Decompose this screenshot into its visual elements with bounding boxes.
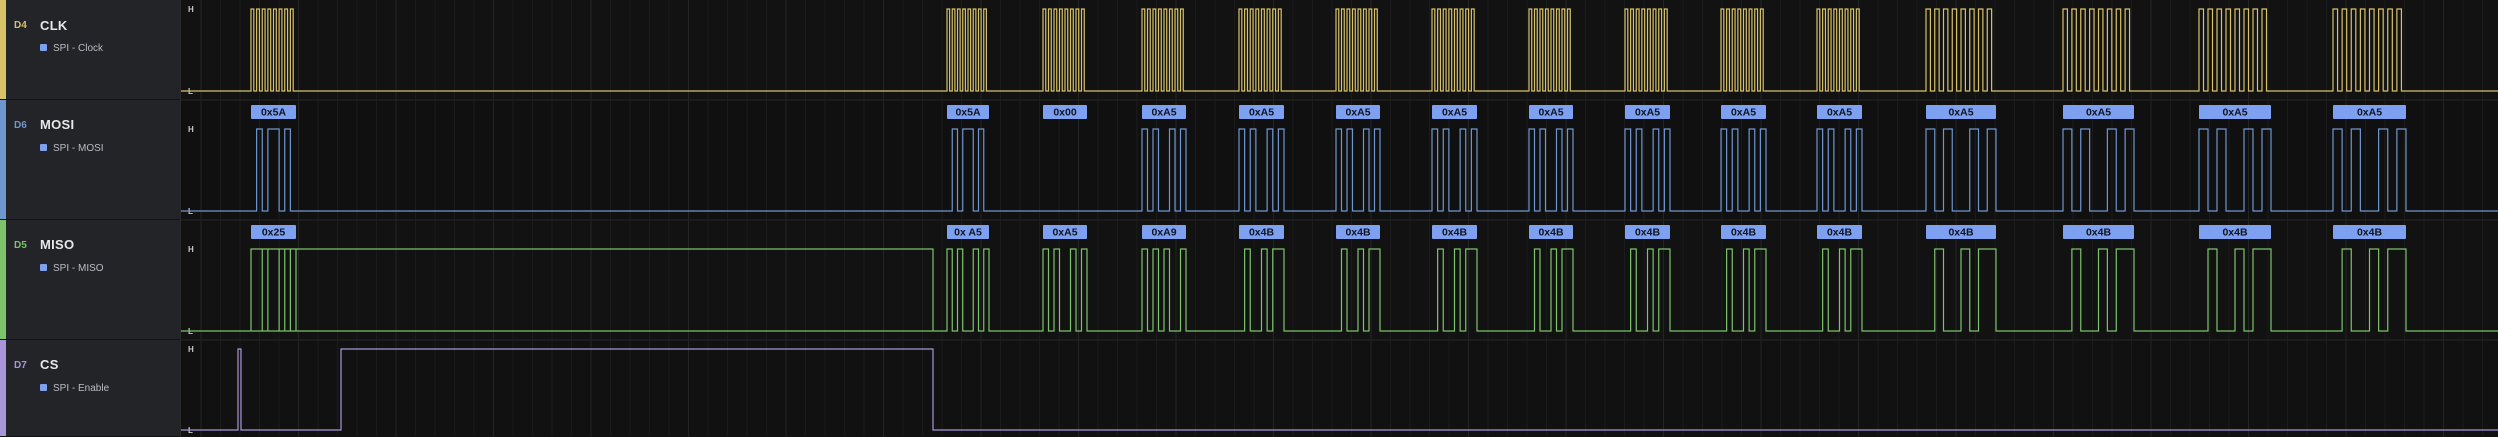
miso-byte-label: 0xA9 bbox=[1151, 227, 1176, 239]
channel-list: D4 CLK SPI - Clock D6 MOSI SPI - MOSI D5… bbox=[0, 0, 180, 437]
row-background bbox=[181, 340, 2498, 437]
mosi-byte-label: 0xA5 bbox=[2357, 107, 2382, 119]
waveform-area[interactable]: H L H L H L H L 0x5A 0x5A 0x00 0xA5 0xA5 0xA5 0xA5 0xA5… bbox=[180, 0, 2498, 437]
miso-byte-label: 0x4B bbox=[1635, 227, 1661, 239]
mosi-byte-label: 0xA5 bbox=[1827, 107, 1852, 119]
mosi-byte-label: 0xA5 bbox=[1249, 107, 1274, 119]
channel-name: MOSI bbox=[40, 117, 75, 132]
decoder-name: SPI - MISO bbox=[53, 263, 104, 274]
miso-byte-label: 0xA5 bbox=[1052, 227, 1077, 239]
mosi-byte-label: 0xA5 bbox=[1345, 107, 1370, 119]
miso-byte-label: 0x25 bbox=[262, 227, 286, 239]
miso-byte-label: 0x4B bbox=[1538, 227, 1564, 239]
logic-analyzer-window: D4 CLK SPI - Clock D6 MOSI SPI - MOSI D5… bbox=[0, 0, 2498, 437]
waveform-canvas[interactable]: HLHLHLHL0x5A 0x5A 0x00 0xA5 0xA5 0xA5 0xA5 0xA5… bbox=[181, 0, 2498, 437]
decoder-square-icon bbox=[40, 263, 47, 271]
mosi-byte-label: 0x5A bbox=[955, 107, 981, 119]
miso-byte-label: 0x A5 bbox=[954, 227, 982, 239]
mosi-byte-label: 0x00 bbox=[1053, 107, 1077, 119]
high-level-label: H bbox=[188, 125, 194, 134]
miso-byte-label: 0x4B bbox=[1827, 227, 1853, 239]
miso-byte-label: 0x4B bbox=[2086, 227, 2112, 239]
mosi-byte-label: 0xA5 bbox=[2222, 107, 2247, 119]
channel-color-bar bbox=[0, 100, 6, 219]
decoder-square-icon bbox=[40, 43, 47, 51]
high-level-label: H bbox=[188, 245, 194, 254]
decoder-label: SPI - MISO bbox=[40, 263, 104, 274]
mosi-byte-label: 0xA5 bbox=[1948, 107, 1973, 119]
decoder-name: SPI - Enable bbox=[53, 383, 110, 394]
channel-row-cs[interactable]: D7 CS SPI - Enable bbox=[0, 340, 180, 437]
decoder-name: SPI - MOSI bbox=[53, 143, 104, 154]
channel-digital-number: D6 bbox=[14, 120, 27, 131]
mosi-byte-label: 0x5A bbox=[261, 107, 287, 119]
mosi-byte-label: 0xA5 bbox=[1442, 107, 1467, 119]
miso-byte-label: 0x4B bbox=[1249, 227, 1275, 239]
row-background bbox=[181, 0, 2498, 100]
channel-color-bar bbox=[0, 220, 6, 339]
miso-byte-label: 0x4B bbox=[1345, 227, 1371, 239]
channel-name: CS bbox=[40, 357, 59, 372]
miso-byte-label: 0x4B bbox=[1948, 227, 1974, 239]
decoder-label: SPI - Clock bbox=[40, 43, 103, 54]
channel-name: MISO bbox=[40, 237, 75, 252]
miso-byte-label: 0x4B bbox=[2222, 227, 2248, 239]
high-level-label: H bbox=[188, 345, 194, 354]
mosi-byte-label: 0xA5 bbox=[1731, 107, 1756, 119]
decoder-label: SPI - Enable bbox=[40, 383, 109, 394]
mosi-byte-label: 0xA5 bbox=[1538, 107, 1563, 119]
miso-byte-label: 0x4B bbox=[2357, 227, 2383, 239]
channel-row-clk[interactable]: D4 CLK SPI - Clock bbox=[0, 0, 180, 100]
channel-row-mosi[interactable]: D6 MOSI SPI - MOSI bbox=[0, 100, 180, 220]
channel-row-miso[interactable]: D5 MISO SPI - MISO bbox=[0, 220, 180, 340]
channel-color-bar bbox=[0, 0, 6, 99]
high-level-label: H bbox=[188, 5, 194, 14]
decoder-square-icon bbox=[40, 383, 47, 391]
mosi-byte-label: 0xA5 bbox=[1635, 107, 1660, 119]
channel-digital-number: D4 bbox=[14, 20, 27, 31]
miso-byte-label: 0x4B bbox=[1442, 227, 1468, 239]
mosi-byte-label: 0xA5 bbox=[2086, 107, 2111, 119]
miso-byte-label: 0x4B bbox=[1731, 227, 1757, 239]
decoder-square-icon bbox=[40, 143, 47, 151]
decoder-label: SPI - MOSI bbox=[40, 143, 104, 154]
channel-digital-number: D5 bbox=[14, 240, 27, 251]
channel-color-bar bbox=[0, 340, 6, 436]
decoder-name: SPI - Clock bbox=[53, 43, 104, 54]
channel-name: CLK bbox=[40, 18, 68, 33]
mosi-byte-label: 0xA5 bbox=[1151, 107, 1176, 119]
channel-digital-number: D7 bbox=[14, 360, 27, 371]
